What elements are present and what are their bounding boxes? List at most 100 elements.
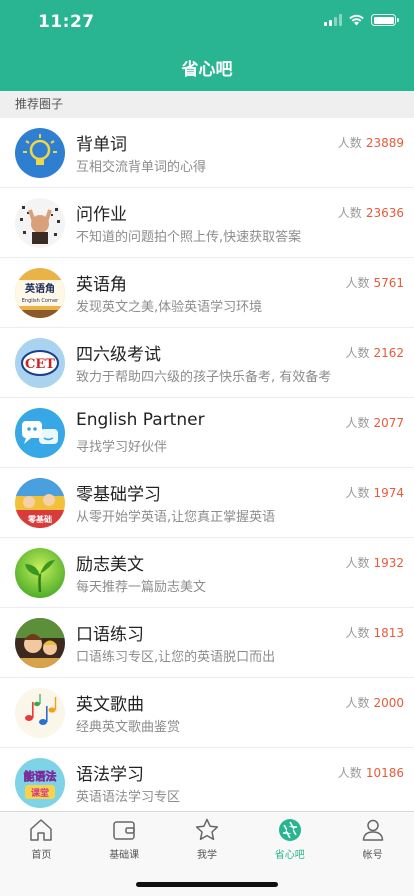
group-description: 发现英文之美,体验英语学习环境	[76, 300, 263, 315]
count-value: 1974	[373, 486, 404, 500]
group-description: 口语练习专区,让您的英语脱口而出	[76, 650, 276, 665]
english-corner-subtext: English Corner	[22, 298, 59, 304]
member-count: 人数 2077	[345, 414, 404, 431]
count-value: 23636	[365, 206, 404, 220]
group-description: 致力于帮助四六级的孩子快乐备考, 有效备考	[76, 370, 332, 385]
count-value: 2000	[373, 696, 404, 710]
tab-label: 基础课	[109, 850, 140, 861]
speaking-kids-icon	[15, 618, 65, 668]
member-count: 人数 10186	[338, 764, 404, 781]
group-title: 励志美文	[76, 555, 144, 575]
group-row-lingjichu[interactable]: 零基础 零基础学习 从零开始学英语,让您真正掌握英语 人数 1974	[0, 468, 414, 538]
member-count: 人数 2162	[345, 344, 404, 361]
chat-bubbles-icon	[15, 408, 65, 458]
count-label: 人数	[337, 206, 362, 220]
member-count: 人数 1813	[345, 624, 404, 641]
group-title: 背单词	[76, 135, 127, 155]
count-label: 人数	[345, 626, 370, 640]
count-label: 人数	[345, 346, 370, 360]
member-count: 人数 1974	[345, 484, 404, 501]
cartoon-class-icon: 零基础	[15, 478, 65, 528]
grammar-text: 能语法	[24, 769, 57, 783]
group-description: 经典英文歌曲鉴赏	[76, 720, 181, 735]
group-description: 从零开始学英语,让您真正掌握英语	[76, 510, 276, 525]
cet-badge-icon: CET	[15, 338, 65, 388]
wifi-icon	[349, 14, 364, 26]
group-row-beidanci[interactable]: 背单词 互相交流背单词的心得 人数 23889	[0, 118, 414, 188]
english-corner-text: 英语角	[24, 282, 55, 295]
count-label: 人数	[345, 486, 370, 500]
status-icons	[324, 14, 399, 26]
person-icon	[362, 819, 383, 841]
page-title: 省心吧	[181, 60, 233, 80]
group-row-yingyujiao[interactable]: 英语角 English Corner 英语角 发现英文之美,体验英语学习环境 人数…	[0, 258, 414, 328]
group-title: 英文歌曲	[76, 695, 144, 715]
count-value: 2162	[373, 346, 404, 360]
group-row-siliuji[interactable]: CET 四六级考试 致力于帮助四六级的孩子快乐备考, 有效备考 人数 2162	[0, 328, 414, 398]
count-label: 人数	[337, 136, 362, 150]
count-value: 5761	[373, 276, 404, 290]
tab-account[interactable]: 帐号	[331, 817, 414, 865]
group-title: 四六级考试	[76, 345, 161, 365]
count-value: 2077	[373, 416, 404, 430]
cet-text: CET	[25, 357, 55, 372]
grammar-class-icon: 能语法 课堂	[15, 758, 65, 808]
tab-label: 省心吧	[274, 850, 305, 861]
cellular-signal-icon	[324, 14, 342, 26]
tab-label: 我学	[196, 850, 217, 861]
group-description: 不知道的问题拍个照上传,快速获取答案	[76, 230, 302, 245]
home-indicator	[136, 882, 278, 887]
group-title: English Partner	[76, 410, 205, 430]
english-corner-sign-icon: 英语角 English Corner	[15, 268, 65, 318]
count-value: 1813	[373, 626, 404, 640]
group-title: 语法学习	[76, 765, 144, 785]
tab-home[interactable]: 首页	[0, 817, 83, 865]
wallet-icon	[113, 821, 135, 840]
member-count: 人数 5761	[345, 274, 404, 291]
count-label: 人数	[337, 766, 362, 780]
member-count: 人数 23636	[338, 204, 404, 221]
group-row-kouyulianxi[interactable]: 口语练习 口语练习专区,让您的英语脱口而出 人数 1813	[0, 608, 414, 678]
sprout-icon	[15, 548, 65, 598]
group-row-yingwengequ[interactable]: 英文歌曲 经典英文歌曲鉴赏 人数 2000	[0, 678, 414, 748]
group-description: 英语语法学习专区	[76, 790, 181, 805]
tab-label: 帐号	[362, 850, 383, 861]
section-header: 推荐圈子	[0, 91, 414, 118]
group-row-yufaxuexi[interactable]: 能语法课堂 语法学习 英语语法学习专区 人数 10186	[0, 748, 414, 818]
group-row-english-partner[interactable]: English Partner 寻找学习好伙伴 人数 2077	[0, 398, 414, 468]
count-value: 23889	[365, 136, 404, 150]
count-label: 人数	[345, 556, 370, 570]
battery-icon	[371, 14, 399, 26]
group-description: 寻找学习好伙伴	[76, 440, 168, 455]
member-count: 人数 2000	[345, 694, 404, 711]
group-row-lizhimeiwen[interactable]: 励志美文 每天推荐一篇励志美文 人数 1932	[0, 538, 414, 608]
group-title: 英语角	[76, 275, 127, 295]
group-list: 背单词 互相交流背单词的心得 人数 23889 问作业 不知道的问题拍个照上传,快…	[0, 118, 414, 818]
group-title: 零基础学习	[76, 485, 161, 505]
star-icon	[195, 818, 219, 841]
tab-shengxinba[interactable]: 省心吧	[248, 817, 331, 865]
tab-my-study[interactable]: 我学	[166, 817, 249, 865]
count-label: 人数	[345, 276, 370, 290]
top-bar: 11:27 省心吧	[0, 0, 414, 91]
member-count: 人数 23889	[338, 134, 404, 151]
grammar-subtext: 课堂	[31, 787, 49, 799]
music-notes-icon	[15, 688, 65, 738]
lightbulb-icon	[15, 128, 65, 178]
group-title: 问作业	[76, 205, 127, 225]
home-icon	[30, 819, 53, 841]
count-label: 人数	[345, 416, 370, 430]
group-title: 口语练习	[76, 625, 144, 645]
tab-label: 首页	[31, 850, 52, 861]
cartoon-class-text: 零基础	[27, 514, 52, 524]
count-value: 1932	[373, 556, 404, 570]
group-description: 每天推荐一篇励志美文	[76, 580, 207, 595]
tab-basic-course[interactable]: 基础课	[83, 817, 166, 865]
group-description: 互相交流背单词的心得	[76, 160, 207, 175]
count-label: 人数	[345, 696, 370, 710]
count-value: 10186	[365, 766, 404, 780]
group-row-wenzuoye[interactable]: 问作业 不知道的问题拍个照上传,快速获取答案 人数 23636	[0, 188, 414, 258]
status-time: 11:27	[38, 12, 95, 32]
aperture-icon	[278, 819, 301, 841]
member-count: 人数 1932	[345, 554, 404, 571]
